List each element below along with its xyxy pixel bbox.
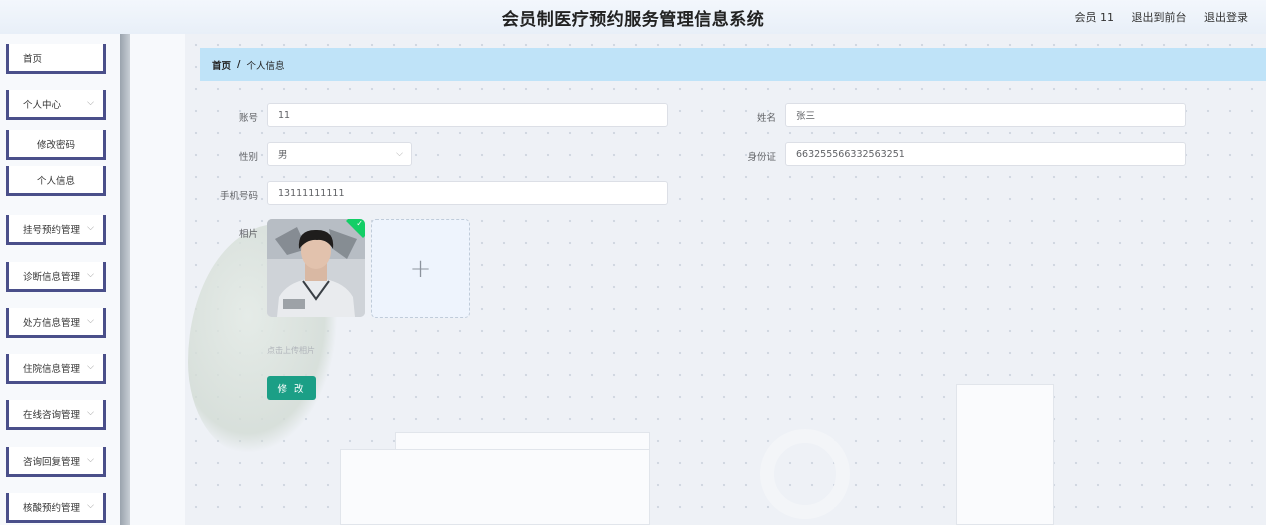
chevron-down-icon: ⌵	[87, 98, 94, 108]
sidebar-item-diagnosis[interactable]: 诊断信息管理 ⌵	[6, 262, 106, 292]
sidebar-item-label: 挂号预约管理	[23, 224, 81, 236]
sidebar-item-hospitalization[interactable]: 住院信息管理 ⌵	[6, 354, 106, 384]
chevron-down-icon: ⌵	[87, 362, 94, 372]
sidebar: 首页 个人中心 ⌵ 修改密码 个人信息 挂号预约管理 ⌵ 诊断信息管理 ⌵ 处方…	[0, 34, 120, 525]
sidebar-item-home[interactable]: 首页	[6, 44, 106, 74]
sidebar-item-label: 个人中心	[23, 99, 62, 111]
plus-icon: +	[409, 253, 432, 284]
idcard-field[interactable]: 663255566332563251	[785, 142, 1186, 166]
sidebar-item-consult-reply[interactable]: 咨询回复管理 ⌵	[6, 447, 106, 477]
portrait-image	[267, 219, 365, 317]
main-content: 首页 / 个人信息 账号 11 姓名 张三 性别 男 ⌵ 身份证 6632555…	[130, 34, 1266, 525]
logout-link[interactable]: 退出登录	[1204, 11, 1248, 24]
sidebar-item-label: 诊断信息管理	[23, 271, 81, 283]
phone-label: 手机号码	[219, 191, 258, 202]
breadcrumb-current: 个人信息	[246, 60, 285, 72]
ring-decoration	[760, 429, 850, 519]
name-value: 张三	[796, 111, 816, 122]
sidebar-item-change-password[interactable]: 修改密码	[6, 130, 106, 160]
sidebar-item-prescription[interactable]: 处方信息管理 ⌵	[6, 308, 106, 338]
sidebar-item-label: 核酸预约管理	[23, 502, 81, 514]
chevron-down-icon: ⌵	[87, 501, 94, 511]
account-label: 账号	[238, 113, 258, 124]
sidebar-item-label: 住院信息管理	[23, 363, 81, 375]
chevron-down-icon: ⌵	[87, 316, 94, 326]
idcard-value: 663255566332563251	[796, 148, 905, 160]
submit-button[interactable]: 修 改	[267, 376, 316, 400]
gender-value: 男	[278, 150, 288, 161]
sidebar-item-registration[interactable]: 挂号预约管理 ⌵	[6, 215, 106, 245]
chevron-down-icon: ⌵	[87, 408, 94, 418]
chevron-down-icon: ⌵	[87, 223, 94, 233]
phone-value: 13111111111	[278, 187, 345, 199]
sidebar-item-label: 咨询回复管理	[23, 456, 81, 468]
sidebar-item-label: 修改密码	[36, 139, 75, 151]
decoration-block	[956, 384, 1054, 525]
decoration-block	[340, 449, 650, 525]
sidebar-item-personal-center[interactable]: 个人中心 ⌵	[6, 90, 106, 120]
chevron-down-icon: ⌵	[87, 455, 94, 465]
sidebar-item-label: 在线咨询管理	[23, 409, 81, 421]
account-value: 11	[278, 109, 291, 121]
breadcrumb-home[interactable]: 首页	[212, 58, 231, 72]
sidebar-item-nucleic-acid[interactable]: 核酸预约管理 ⌵	[6, 493, 106, 523]
sidebar-item-label: 处方信息管理	[23, 317, 81, 329]
exit-to-front-link[interactable]: 退出到前台	[1132, 11, 1187, 24]
upload-tip: 点击上传相片	[267, 346, 315, 355]
name-label: 姓名	[756, 113, 776, 124]
sidebar-item-personal-info[interactable]: 个人信息	[6, 166, 106, 196]
photo-label: 相片	[238, 229, 258, 240]
account-field[interactable]: 11	[267, 103, 668, 127]
upload-photo-button[interactable]: +	[371, 219, 470, 318]
sidebar-item-online-consult[interactable]: 在线咨询管理 ⌵	[6, 400, 106, 430]
check-icon: ✓	[356, 219, 363, 228]
breadcrumb-separator: /	[237, 59, 241, 70]
user-label: 会员 11	[1074, 11, 1115, 24]
breadcrumb: 首页 / 个人信息	[200, 48, 1266, 81]
phone-field[interactable]: 13111111111	[267, 181, 668, 205]
gender-label: 性别	[238, 152, 258, 163]
gender-select[interactable]: 男 ⌵	[267, 142, 412, 166]
top-links: 会员 11 退出到前台 退出登录	[1061, 9, 1249, 25]
idcard-label: 身份证	[747, 152, 776, 163]
sidebar-item-label: 个人信息	[36, 175, 75, 187]
sidebar-item-label: 首页	[23, 53, 43, 65]
chevron-down-icon: ⌵	[396, 149, 403, 159]
name-field[interactable]: 张三	[785, 103, 1186, 127]
top-header: 会员制医疗预约服务管理信息系统 会员 11 退出到前台 退出登录	[0, 0, 1266, 34]
profile-photo[interactable]: ✓	[267, 219, 365, 317]
sidebar-scrollbar[interactable]	[120, 34, 130, 525]
chevron-down-icon: ⌵	[87, 270, 94, 280]
